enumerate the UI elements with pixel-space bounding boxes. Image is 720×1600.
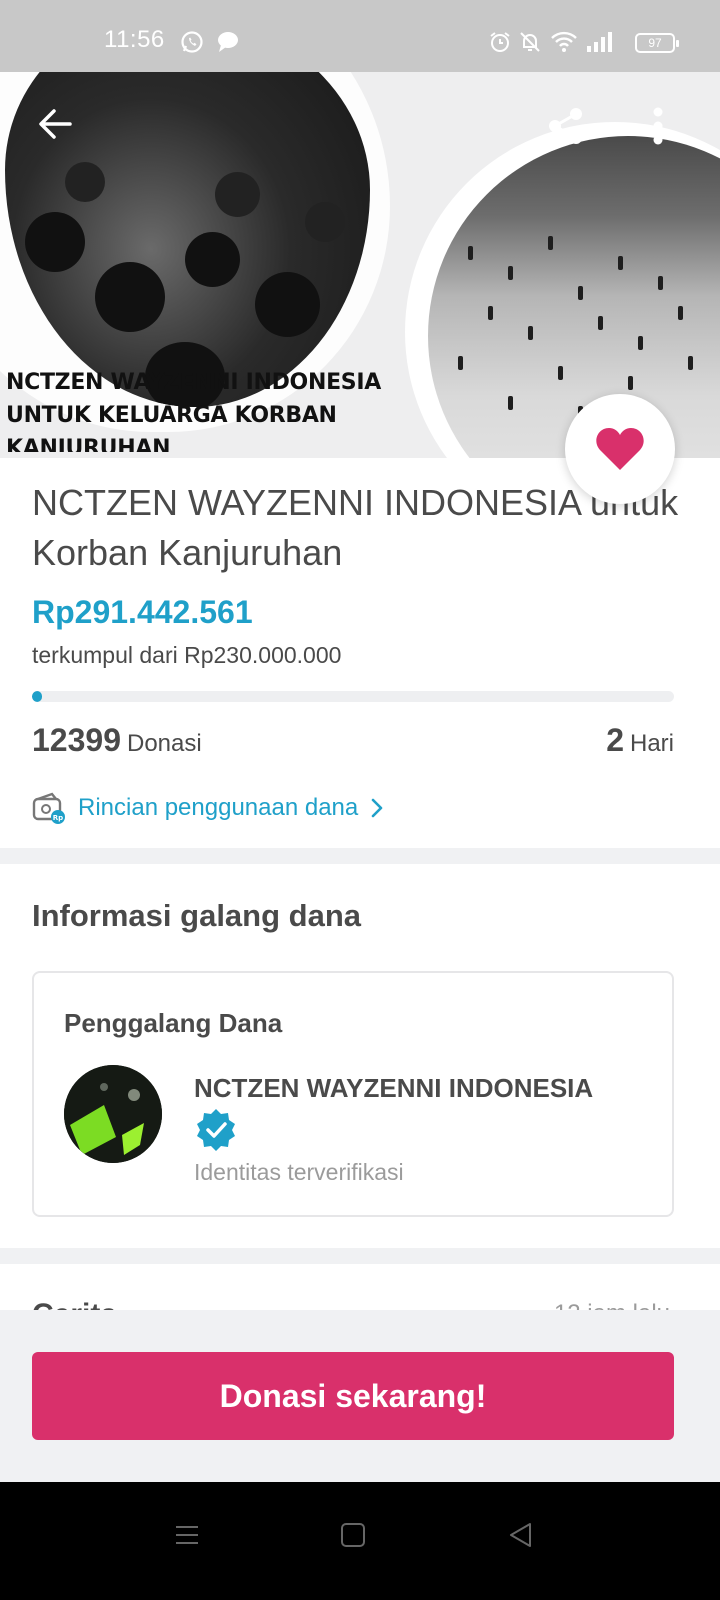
triangle-back-icon [510,1523,531,1547]
banner-caption-line: NCTZEN WAYZENNI INDONESIA [6,370,381,395]
organizer-avatar [64,1065,162,1163]
progress-bar [32,691,674,702]
menu-lines-icon [176,1526,198,1544]
target-amount: terkumpul dari Rp230.000.000 [32,642,342,668]
whatsapp-icon [180,30,204,59]
share-icon [549,108,582,144]
fundraising-info-heading: Informasi galang dana [32,898,362,933]
collected-amount: Rp291.442.561 [32,594,253,630]
home-button[interactable] [340,1522,366,1553]
organizer-name: NCTZEN WAYZENNI INDONESIA [194,1073,594,1103]
fund-usage-label: Rincian penggunaan dana [78,794,359,821]
recent-apps-button[interactable] [174,1522,200,1553]
section-divider [0,1248,720,1264]
status-bar: 11:56 97 [0,0,720,72]
signal-icon [585,30,613,59]
days-remaining-label: Hari [629,730,674,757]
wifi-icon [550,30,578,59]
square-home-icon [341,1523,365,1547]
svg-text:Rp: Rp [53,814,63,822]
donate-now-button[interactable]: Donasi sekarang! [32,1352,674,1440]
fund-usage-link[interactable]: Rp Rincian penggunaan dana [32,788,384,828]
banner-caption: NCTZEN WAYZENNI INDONESIA UNTUK KELUARGA… [6,366,406,452]
banner-caption-line: UNTUK KELUARGA KORBAN [6,403,337,428]
share-button[interactable] [546,106,586,151]
organizer-card-heading: Penggalang Dana [64,1008,283,1038]
more-vertical-icon [653,107,663,145]
status-time: 11:56 [104,26,165,53]
battery-icon: 97 [635,33,679,53]
system-navigation-bar [0,1482,720,1600]
favorite-button[interactable] [565,394,675,504]
chat-icon [216,30,240,59]
arrow-left-icon [39,109,72,139]
section-divider [0,848,720,864]
verified-badge-icon [194,1107,238,1156]
donation-count-value: 12399 [32,722,121,758]
bottom-action-bar: Donasi sekarang! [0,1310,720,1482]
story-section-peek: Cerita 12 jam lalu [0,1266,720,1316]
heart-icon [596,428,644,470]
alarm-icon [488,30,512,59]
more-options-button[interactable] [650,106,666,151]
back-system-button[interactable] [508,1522,534,1553]
chevron-right-icon [371,798,383,818]
back-button[interactable] [36,104,76,149]
organizer-card[interactable]: Penggalang Dana NCTZEN WAYZENNI INDONESI… [32,971,674,1217]
days-remaining: 2 Hari [606,722,674,759]
verified-identity-text: Identitas terverifikasi [194,1159,404,1185]
mute-icon [518,30,542,59]
wallet-rp-icon: Rp [32,792,65,824]
progress-bar-fill [32,691,42,702]
days-remaining-value: 2 [606,722,624,758]
banner-caption-line: KANJURUHAN [6,436,171,452]
donation-count: 12399 Donasi [32,722,202,759]
donation-count-label: Donasi [126,730,202,757]
